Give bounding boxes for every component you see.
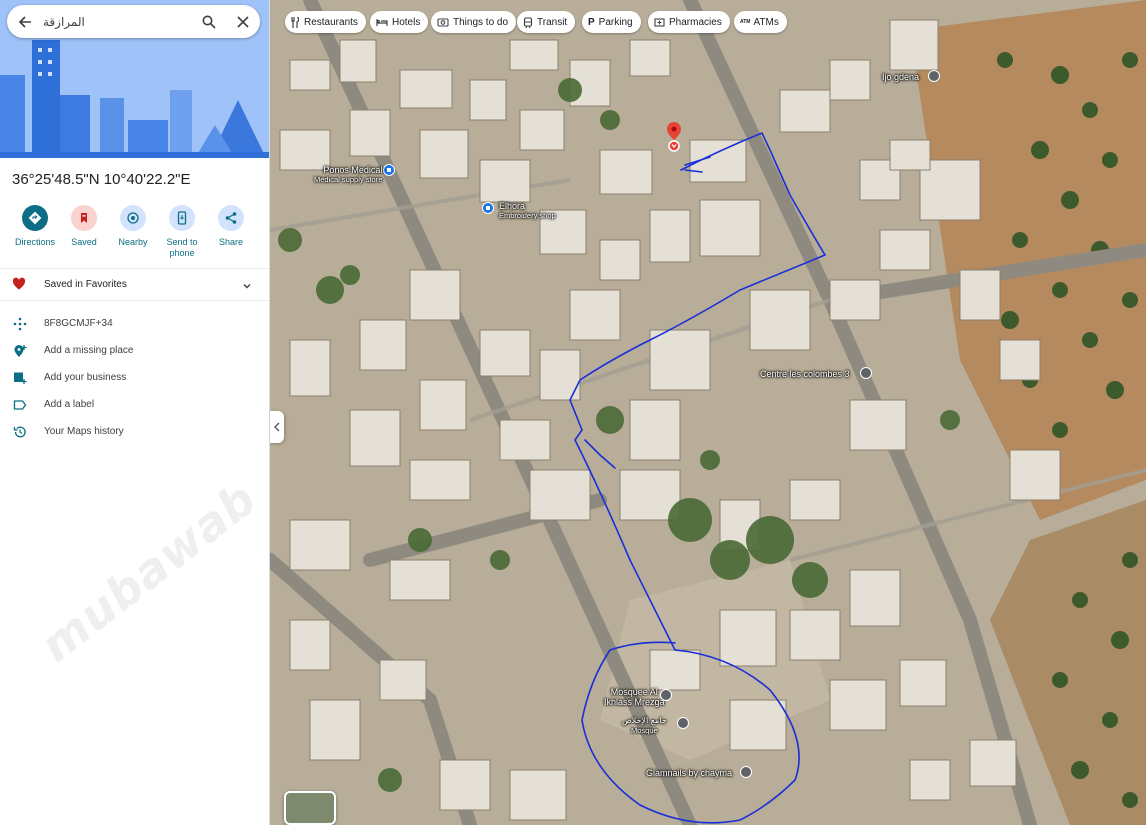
saved-label: Saved [71, 237, 97, 247]
share-button[interactable]: Share [206, 205, 256, 248]
send-to-phone-button[interactable]: Send to phone [157, 205, 207, 259]
chip-label: Parking [598, 16, 633, 28]
label-icon [12, 397, 28, 413]
back-arrow-icon[interactable] [7, 5, 43, 38]
nearby-icon [120, 205, 146, 231]
add-place-icon [12, 343, 28, 359]
bookmark-icon [71, 205, 97, 231]
place-marker-icon[interactable] [928, 70, 940, 82]
place-category: Mosque [630, 726, 658, 735]
restaurant-icon [291, 16, 300, 28]
pharmacy-icon [654, 18, 665, 27]
chip-pharmacies[interactable]: Pharmacies [648, 11, 730, 33]
place-category: Embroidery shop [499, 211, 556, 220]
place-panel: 36°25'48.5"N 10°40'22.2"E Directions Sav… [0, 0, 270, 825]
place-label-ponos[interactable]: Ponos Medical Medical supply store [314, 165, 382, 185]
saved-in-list-row[interactable]: Saved in Favorites [0, 272, 269, 296]
place-name: جامع الإخلاص [622, 716, 667, 725]
plus-code-text: 8F8GCMJF+34 [44, 318, 113, 329]
add-business-text: Add your business [44, 372, 127, 383]
mosque-marker-icon[interactable] [660, 689, 672, 701]
add-missing-place-row[interactable]: Add a missing place [0, 341, 269, 361]
place-category: Medical supply store [314, 175, 383, 184]
chip-label: Pharmacies [669, 16, 722, 28]
chip-label: Transit [537, 16, 568, 28]
place-label-centre[interactable]: Centre les colombes 3 [760, 369, 850, 379]
place-label-mosque-arabic[interactable]: جامع الإخلاص Mosque [622, 716, 667, 736]
place-label-elhora[interactable]: Elhora Embroidery shop [499, 201, 556, 221]
maps-history-text: Your Maps history [44, 426, 124, 437]
chevron-down-icon[interactable] [242, 278, 252, 296]
chip-label: ATMs [753, 16, 779, 28]
add-label-text: Add a label [44, 399, 95, 410]
close-icon[interactable] [226, 5, 260, 38]
nearby-label: Nearby [118, 237, 148, 247]
chip-things-to-do[interactable]: Things to do [431, 11, 517, 33]
share-label: Share [218, 237, 244, 247]
chip-transit[interactable]: Transit [517, 11, 576, 33]
satellite-map[interactable]: Ponos Medical Medical supply store Elhor… [270, 0, 1146, 825]
hotel-icon [376, 18, 388, 26]
divider [0, 268, 269, 269]
place-marker-icon[interactable] [740, 766, 752, 778]
transit-icon [523, 16, 533, 28]
atm-icon: ATM [740, 19, 751, 25]
chip-restaurants[interactable]: Restaurants [285, 11, 366, 33]
place-label-glamnails[interactable]: Glamnails by chayma [646, 768, 732, 778]
search-icon[interactable] [192, 5, 226, 38]
add-missing-place-text: Add a missing place [44, 345, 134, 356]
share-icon [218, 205, 244, 231]
directions-icon [22, 205, 48, 231]
place-label-ijo[interactable]: Ijo gdena [882, 72, 919, 82]
chevron-left-icon [273, 422, 280, 432]
place-label-mosque[interactable]: Mosquee Al Ikhlass Mrezga [604, 687, 665, 707]
divider [0, 300, 269, 301]
location-pin-icon[interactable] [666, 122, 682, 157]
plus-code-icon [12, 316, 28, 332]
place-title-coordinates: 36°25'48.5"N 10°40'22.2"E [12, 171, 191, 188]
collapse-panel-button[interactable] [270, 411, 284, 443]
add-business-row[interactable]: Add your business [0, 368, 269, 388]
send-to-phone-label: Send to phone [166, 237, 198, 258]
camera-icon [437, 18, 449, 27]
mosque-marker-icon[interactable] [677, 717, 689, 729]
search-box[interactable] [7, 5, 260, 38]
chip-parking[interactable]: P Parking [582, 11, 641, 33]
saved-button[interactable]: Saved [59, 205, 109, 248]
add-business-icon [12, 370, 28, 386]
chip-label: Hotels [392, 16, 421, 28]
phone-icon [169, 205, 195, 231]
chip-label: Things to do [453, 16, 509, 28]
chip-label: Restaurants [304, 16, 358, 28]
maps-history-row[interactable]: Your Maps history [0, 422, 269, 442]
nearby-button[interactable]: Nearby [108, 205, 158, 248]
medical-store-marker-icon[interactable] [383, 164, 395, 176]
directions-button[interactable]: Directions [10, 205, 60, 248]
place-name-line2: Ikhlass Mrezga [604, 697, 665, 707]
place-marker-icon[interactable] [860, 367, 872, 379]
place-name-line1: Mosquee Al [610, 687, 658, 697]
directions-label: Directions [14, 237, 55, 247]
plus-code-row[interactable]: 8F8GCMJF+34 [0, 314, 269, 334]
place-name: Elhora [499, 201, 526, 211]
search-input[interactable] [43, 14, 192, 29]
action-buttons: Directions Saved Nearby Send to phone Sh… [0, 205, 269, 265]
layers-toggle[interactable] [284, 791, 336, 825]
satellite-imagery [270, 0, 1146, 825]
chip-hotels[interactable]: Hotels [370, 11, 429, 33]
parking-icon: P [588, 16, 595, 28]
place-name: Ponos Medical [323, 165, 383, 175]
add-label-row[interactable]: Add a label [0, 395, 269, 415]
embroidery-shop-marker-icon[interactable] [482, 202, 494, 214]
chip-atms[interactable]: ATM ATMs [734, 11, 787, 33]
saved-status-text: Saved in Favorites [44, 279, 127, 290]
history-icon [12, 424, 28, 440]
heart-icon [12, 277, 26, 295]
